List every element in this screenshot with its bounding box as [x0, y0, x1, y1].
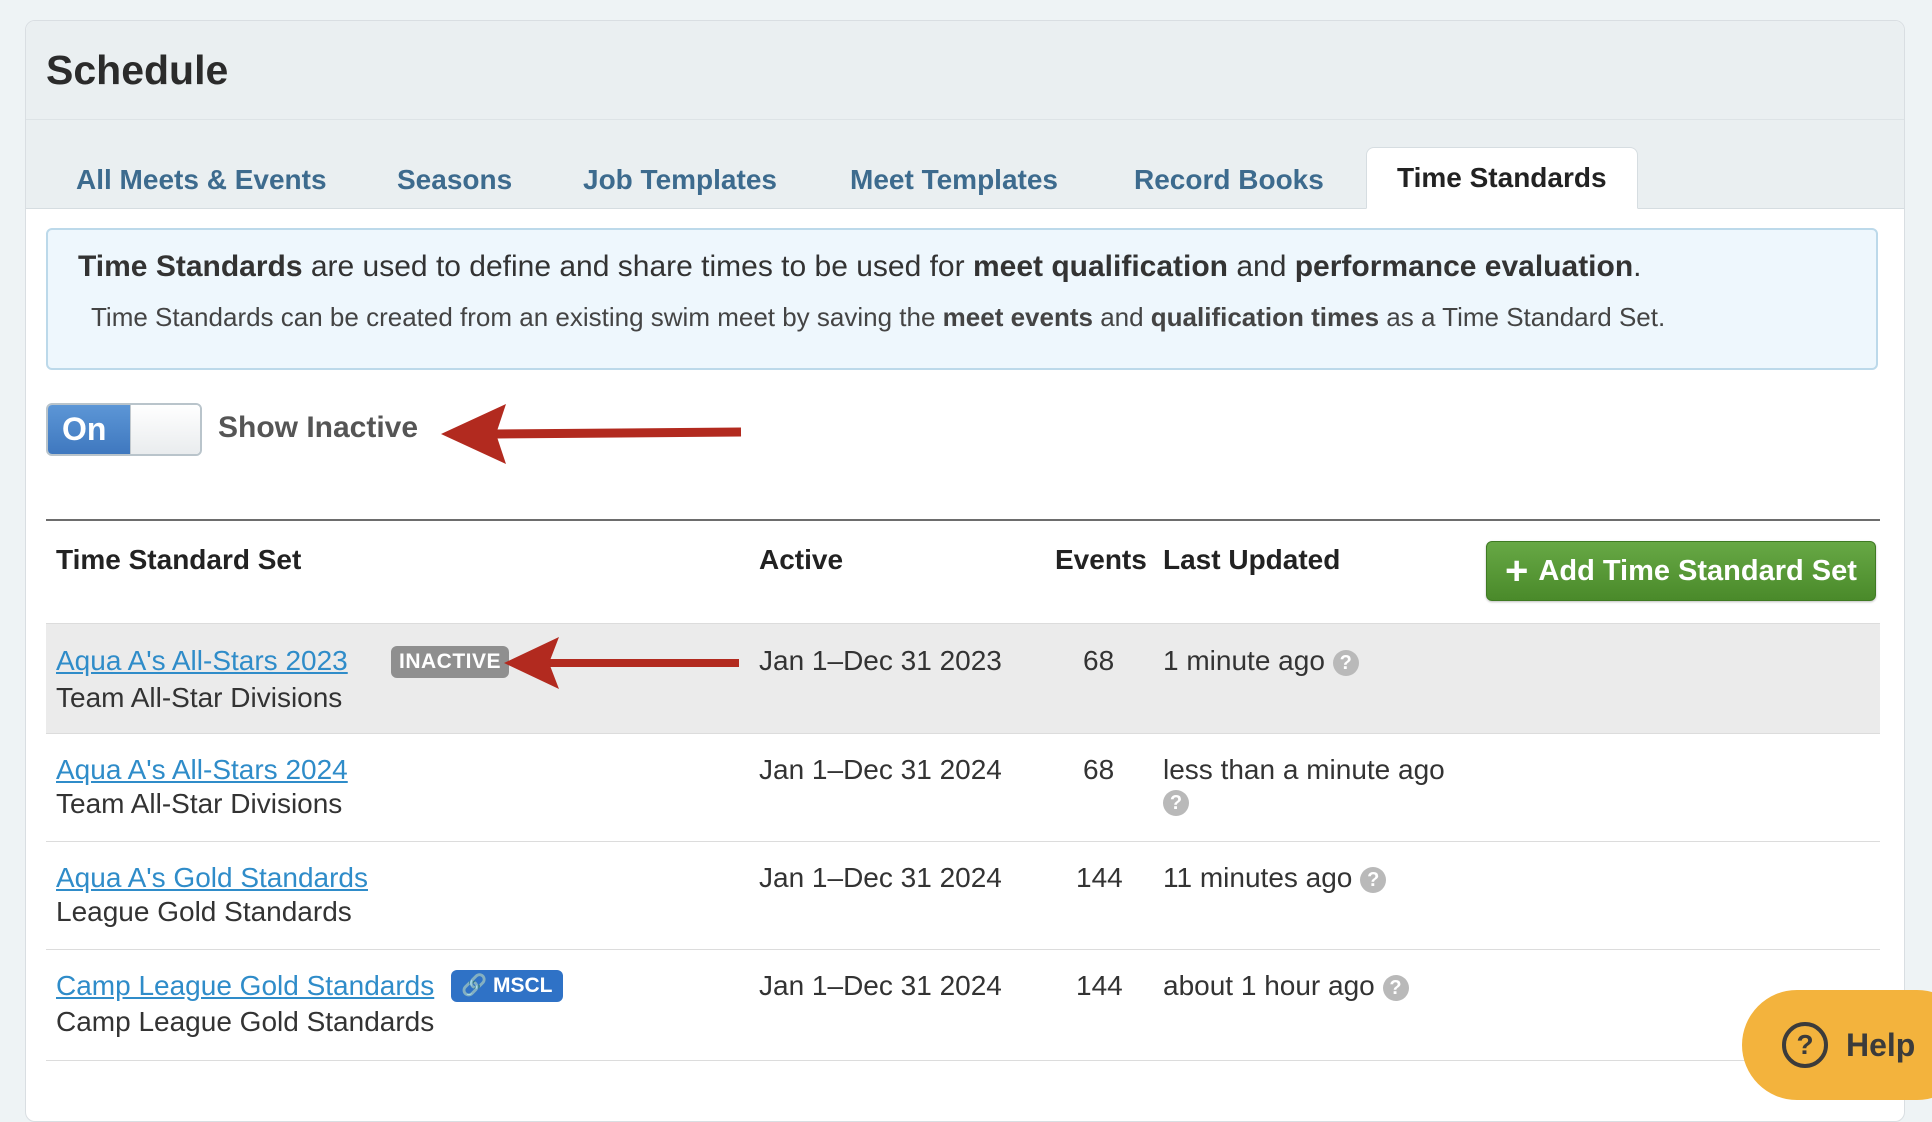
active-range: Jan 1–Dec 31 2024: [759, 862, 1002, 893]
tab-all-meets-events[interactable]: All Meets & Events: [76, 151, 327, 209]
help-button[interactable]: ? Help: [1742, 990, 1932, 1100]
set-subtitle: League Gold Standards: [56, 896, 352, 927]
active-range: Jan 1–Dec 31 2024: [759, 754, 1002, 785]
question-icon[interactable]: ?: [1360, 866, 1387, 893]
table-row: Aqua A's Gold Standards League Gold Stan…: [46, 841, 1880, 950]
table-row: Aqua A's All-Stars 2024 Team All-Star Di…: [46, 733, 1880, 842]
last-updated: about 1 hour ago ?: [1163, 970, 1409, 1002]
plus-icon: +: [1505, 549, 1529, 593]
last-updated: less than a minute ago: [1163, 754, 1445, 785]
add-button-label: Add Time Standard Set: [1538, 554, 1857, 587]
help-label: Help: [1846, 1026, 1916, 1063]
set-subtitle: Team All-Star Divisions: [56, 682, 343, 713]
events-count: 144: [1076, 970, 1123, 1001]
tab-time-standards[interactable]: Time Standards: [1366, 147, 1638, 209]
table-row: Aqua A's All-Stars 2023 INACTIVE Team Al…: [46, 623, 1880, 734]
link-icon: 🔗: [461, 974, 488, 997]
info-line-2: Time Standards can be created from an ex…: [91, 302, 1666, 332]
active-range: Jan 1–Dec 31 2023: [759, 645, 1002, 676]
events-count: 68: [1083, 645, 1115, 676]
header-active: Active: [759, 544, 844, 575]
question-icon[interactable]: ?: [1332, 649, 1359, 676]
table-row: Camp League Gold Standards 🔗 MSCL Camp L…: [46, 949, 1880, 1061]
help-question-icon: ?: [1782, 1022, 1828, 1068]
info-line-1: Time Standards are used to define and sh…: [78, 250, 1642, 283]
toggle-knob: [130, 405, 200, 454]
info-box: Time Standards are used to define and sh…: [46, 228, 1878, 370]
set-name-link[interactable]: Aqua A's Gold Standards: [56, 862, 368, 894]
set-subtitle: Team All-Star Divisions: [56, 788, 343, 819]
last-updated: 11 minutes ago ?: [1163, 862, 1387, 894]
header-time-standard-set: Time Standard Set: [56, 544, 302, 575]
tab-seasons[interactable]: Seasons: [397, 151, 512, 209]
tab-job-templates[interactable]: Job Templates: [583, 151, 777, 209]
tab-bar: All Meets & Events Seasons Job Templates…: [26, 120, 1904, 209]
header-last-updated: Last Updated: [1163, 544, 1341, 575]
annotation-arrow-icon: [504, 637, 739, 689]
mscl-badge[interactable]: 🔗 MSCL: [451, 970, 563, 1002]
table-divider: [46, 519, 1880, 521]
add-time-standard-set-button[interactable]: + Add Time Standard Set: [1486, 541, 1876, 601]
question-icon[interactable]: ?: [1163, 790, 1189, 816]
show-inactive-toggle[interactable]: On: [46, 403, 202, 456]
active-range: Jan 1–Dec 31 2024: [759, 970, 1002, 1001]
toggle-on-label: On: [48, 405, 130, 454]
inactive-badge: INACTIVE: [391, 646, 510, 678]
tab-record-books[interactable]: Record Books: [1134, 151, 1324, 209]
show-inactive-label: Show Inactive: [218, 411, 419, 444]
set-name-link[interactable]: Aqua A's All-Stars 2023: [56, 645, 348, 677]
header-events: Events: [1055, 544, 1147, 575]
tab-meet-templates[interactable]: Meet Templates: [850, 151, 1058, 209]
events-count: 68: [1083, 754, 1115, 785]
last-updated: 1 minute ago ?: [1163, 645, 1359, 677]
page-title: Schedule: [46, 46, 229, 93]
set-name-link[interactable]: Camp League Gold Standards: [56, 970, 434, 1002]
question-icon[interactable]: ?: [1382, 974, 1409, 1001]
events-count: 144: [1076, 862, 1123, 893]
annotation-arrow-icon: [441, 404, 742, 464]
schedule-panel: Schedule All Meets & Events Seasons Job …: [25, 20, 1905, 1122]
set-name-link[interactable]: Aqua A's All-Stars 2024: [56, 754, 348, 786]
panel-header: Schedule: [26, 21, 1904, 120]
set-subtitle: Camp League Gold Standards: [56, 1006, 435, 1037]
